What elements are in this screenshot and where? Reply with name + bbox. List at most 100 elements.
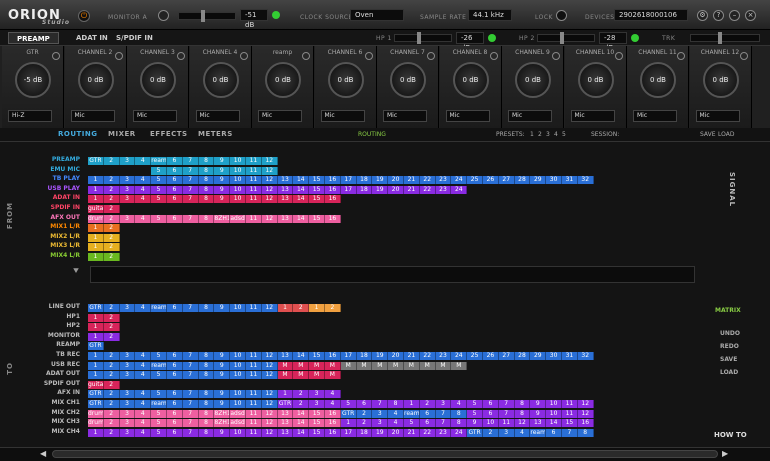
routing-cell[interactable]: 28 bbox=[514, 176, 531, 185]
routing-cell[interactable]: M bbox=[293, 361, 310, 370]
hp1-fader[interactable] bbox=[394, 32, 452, 44]
routing-cell[interactable]: 4 bbox=[135, 214, 152, 223]
routing-cell[interactable]: 3 bbox=[119, 371, 136, 380]
routing-cell[interactable]: 23 bbox=[435, 352, 452, 360]
power-icon[interactable]: ⏻ bbox=[78, 10, 90, 22]
routing-cell[interactable]: 7 bbox=[182, 214, 199, 223]
routing-cell[interactable]: 6 bbox=[546, 428, 562, 437]
preset-2[interactable]: 2 bbox=[538, 131, 542, 138]
routing-cell[interactable]: GTR bbox=[88, 390, 104, 399]
routing-cell[interactable]: 5 bbox=[151, 390, 167, 399]
routing-cell[interactable]: reamp bbox=[151, 361, 167, 370]
routing-cell[interactable]: 10 bbox=[230, 371, 246, 380]
routing-cell[interactable]: 19 bbox=[372, 176, 389, 185]
routing-cell[interactable]: 5 bbox=[404, 419, 420, 428]
routing-cell[interactable]: 11 bbox=[562, 409, 578, 418]
routing-cell[interactable]: 18 bbox=[356, 185, 373, 194]
input-mode-select[interactable]: Mic bbox=[320, 110, 365, 122]
routing-cell[interactable]: 11 bbox=[246, 400, 262, 408]
routing-cell[interactable]: 15 bbox=[309, 352, 325, 360]
routing-cell[interactable]: 2 bbox=[103, 157, 120, 165]
routing-cell[interactable]: 6 bbox=[167, 361, 183, 370]
tab-mixer[interactable]: MIXER bbox=[108, 130, 136, 138]
routing-cell[interactable]: 3 bbox=[119, 409, 136, 418]
routing-cell[interactable]: 3 bbox=[119, 428, 136, 437]
routing-cell[interactable]: 31 bbox=[562, 352, 578, 360]
routing-cell[interactable]: 3 bbox=[119, 185, 136, 194]
routing-cell[interactable]: 15 bbox=[309, 214, 325, 223]
phantom-power-icon[interactable] bbox=[114, 52, 123, 60]
routing-cell[interactable]: 2 bbox=[293, 400, 310, 408]
routing-cell[interactable]: M bbox=[372, 361, 389, 370]
phantom-power-icon[interactable] bbox=[614, 52, 623, 60]
routing-cell[interactable]: 6 bbox=[419, 419, 436, 428]
routing-cell[interactable]: 14 bbox=[293, 352, 310, 360]
routing-cell[interactable]: 15 bbox=[309, 419, 325, 428]
routing-cell[interactable]: 4 bbox=[135, 361, 152, 370]
routing-cell[interactable]: 3 bbox=[119, 419, 136, 428]
routing-cell[interactable]: 3 bbox=[119, 157, 136, 165]
routing-cell[interactable]: 23 bbox=[435, 176, 452, 185]
routing-cell[interactable]: 14 bbox=[293, 419, 310, 428]
routing-cell[interactable]: 1 bbox=[88, 195, 104, 204]
phantom-power-icon[interactable] bbox=[177, 52, 185, 60]
routing-cell[interactable]: 4 bbox=[135, 428, 152, 437]
gain-knob[interactable]: 0 dB bbox=[77, 62, 114, 98]
routing-cell[interactable]: 2 bbox=[103, 205, 120, 213]
routing-cell[interactable]: 10 bbox=[230, 304, 246, 312]
routing-cell[interactable]: 24 bbox=[451, 428, 468, 437]
routing-cell[interactable]: 2 bbox=[483, 428, 499, 437]
minimize-icon[interactable]: – bbox=[729, 10, 740, 21]
routing-cell[interactable]: 16 bbox=[325, 195, 341, 204]
routing-cell[interactable]: reamp bbox=[151, 304, 167, 312]
routing-cell[interactable]: 5 bbox=[151, 214, 167, 223]
routing-cell[interactable]: 4 bbox=[135, 419, 152, 428]
routing-cell[interactable]: 8ZH1 bbox=[214, 419, 231, 428]
routing-cell[interactable]: 11 bbox=[246, 304, 262, 312]
routing-cell[interactable]: 2 bbox=[103, 233, 120, 242]
routing-cell[interactable]: 11 bbox=[498, 419, 515, 428]
routing-cell[interactable]: 17 bbox=[340, 352, 357, 360]
routing-cell[interactable]: 11 bbox=[246, 214, 262, 223]
routing-cell[interactable]: M bbox=[340, 361, 357, 370]
routing-cell[interactable]: M bbox=[309, 361, 325, 370]
routing-cell[interactable]: 4 bbox=[135, 352, 152, 360]
input-mode-select[interactable]: Mic bbox=[695, 110, 740, 122]
routing-cell[interactable]: 10 bbox=[230, 166, 246, 175]
routing-cell[interactable]: 28 bbox=[514, 352, 531, 360]
routing-cell[interactable]: 2 bbox=[103, 243, 120, 252]
routing-cell[interactable]: 21 bbox=[404, 185, 420, 194]
routing-cell[interactable]: 10 bbox=[230, 428, 246, 437]
routing-cell[interactable]: 12 bbox=[261, 390, 278, 399]
routing-cell[interactable]: 11 bbox=[246, 176, 262, 185]
routing-cell[interactable]: 7 bbox=[435, 419, 452, 428]
routing-cell[interactable]: 11 bbox=[246, 157, 262, 165]
clock-select[interactable]: Oven bbox=[350, 9, 404, 21]
help-icon[interactable]: ? bbox=[713, 10, 724, 21]
phantom-power-icon[interactable] bbox=[489, 52, 498, 60]
routing-cell[interactable]: 8 bbox=[388, 400, 404, 408]
routing-cell[interactable]: M bbox=[356, 361, 373, 370]
redo-button[interactable]: REDO bbox=[720, 343, 739, 350]
routing-cell[interactable]: 13 bbox=[277, 428, 294, 437]
routing-cell[interactable]: 8 bbox=[198, 214, 215, 223]
routing-cell[interactable]: 22 bbox=[419, 176, 436, 185]
routing-cell[interactable]: 12 bbox=[577, 409, 594, 418]
routing-cell[interactable]: 18 bbox=[356, 428, 373, 437]
routing-cell[interactable]: 27 bbox=[498, 176, 515, 185]
routing-cell[interactable]: 2 bbox=[419, 400, 436, 408]
routing-cell[interactable]: guitar bbox=[88, 380, 104, 389]
routing-cell[interactable]: 4 bbox=[135, 304, 152, 312]
routing-cell[interactable]: 2 bbox=[325, 304, 341, 312]
routing-cell[interactable]: 1 bbox=[277, 304, 294, 312]
routing-cell[interactable]: 3 bbox=[372, 419, 389, 428]
routing-cell[interactable]: 2 bbox=[356, 419, 373, 428]
phantom-power-icon[interactable] bbox=[52, 52, 60, 60]
gain-knob[interactable]: 0 dB bbox=[577, 62, 614, 98]
input-mode-select[interactable]: Mic bbox=[70, 110, 115, 122]
routing-cell[interactable]: 8 bbox=[198, 176, 215, 185]
routing-cell[interactable]: 16 bbox=[325, 428, 341, 437]
routing-cell[interactable]: 14 bbox=[293, 185, 310, 194]
routing-cell[interactable]: 2 bbox=[293, 390, 310, 399]
routing-cell[interactable]: drums bbox=[88, 214, 104, 223]
